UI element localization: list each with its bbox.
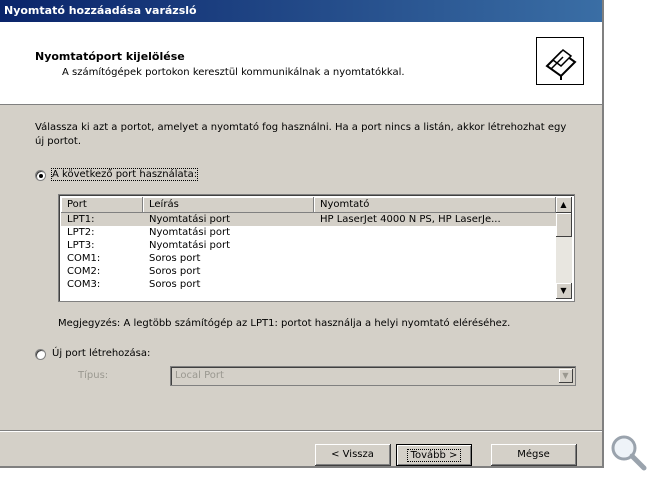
wizard-header: Nyomtatóport kijelölése A számítógépek p… [0,22,602,105]
port-cell: LPT3: [67,240,95,251]
next-button[interactable]: Tovább > [396,444,472,466]
printer-cell [314,265,556,278]
port-cell: COM1: [67,253,101,264]
description-cell: Nyomtatási port [149,227,231,238]
list-item[interactable]: COM2: Soros port [61,265,556,278]
port-type-label: Típus: [78,370,109,381]
list-item[interactable]: COM1: Soros port [61,252,556,265]
description-cell: Soros port [149,266,201,277]
description-cell: Nyomtatási port [149,240,231,251]
list-item[interactable]: LPT3: Nyomtatási port [61,239,556,252]
intro-text: Válassza ki azt a portot, amelyet a nyom… [35,122,567,147]
list-item[interactable]: COM3: Soros port [61,278,556,291]
port-list[interactable]: Port Leírás Nyomtató LPT1: Nyomtatási po… [58,194,575,302]
use-existing-port-radio[interactable] [35,170,46,181]
note-text: Megjegyzés: A legtöbb számítógép az LPT1… [58,318,511,329]
create-new-port-radio[interactable] [35,349,46,360]
next-button-label: Tovább > [406,449,462,462]
printer-cell [314,239,556,252]
port-cell: COM2: [67,266,101,277]
port-list-rows: LPT1: Nyomtatási port HP LaserJet 4000 N… [61,213,556,291]
back-button[interactable]: < Vissza [315,444,391,466]
port-list-scrollbar[interactable]: ▲ ▼ [556,197,572,299]
description-cell: Nyomtatási port [149,214,231,225]
description-cell: Soros port [149,279,201,290]
column-header-port[interactable]: Port [61,197,143,213]
printer-cell [314,252,556,265]
header-subtitle: A számítógépek portokon keresztül kommun… [62,67,405,78]
port-list-header: Port Leírás Nyomtató [61,197,556,213]
scroll-up-icon[interactable]: ▲ [556,197,572,213]
port-cell: COM3: [67,279,101,290]
scroll-down-icon[interactable]: ▼ [556,283,572,299]
scroll-thumb[interactable] [556,213,572,237]
list-item[interactable]: LPT2: Nyomtatási port [61,226,556,239]
add-printer-wizard-dialog: Nyomtató hozzáadása varázsló Nyomtatópor… [0,0,604,468]
printer-cell [314,278,556,291]
port-cell: LPT1: [67,214,95,225]
title-bar: Nyomtató hozzáadása varázsló [0,0,602,22]
port-type-value: Local Port [175,370,224,381]
printer-cell [314,226,556,239]
printer-cell: HP LaserJet 4000 N PS, HP LaserJe... [320,214,501,225]
printer-icon [536,37,584,85]
create-new-port-label[interactable]: Új port létrehozása: [52,348,150,359]
use-existing-port-label[interactable]: A következő port használata: [50,168,199,181]
header-title: Nyomtatóport kijelölése [35,50,185,63]
chevron-down-icon[interactable]: ▼ [559,369,573,383]
description-cell: Soros port [149,253,201,264]
magnifier-icon[interactable] [608,432,648,472]
column-header-printer[interactable]: Nyomtató [314,197,556,213]
port-type-select[interactable]: Local Port ▼ [170,366,576,386]
list-item[interactable]: LPT1: Nyomtatási port HP LaserJet 4000 N… [61,213,556,226]
button-separator [0,430,602,432]
cancel-button[interactable]: Mégse [491,444,577,466]
port-cell: LPT2: [67,227,95,238]
use-existing-port-text: A következő port használata: [50,168,199,181]
column-header-description[interactable]: Leírás [143,197,314,213]
